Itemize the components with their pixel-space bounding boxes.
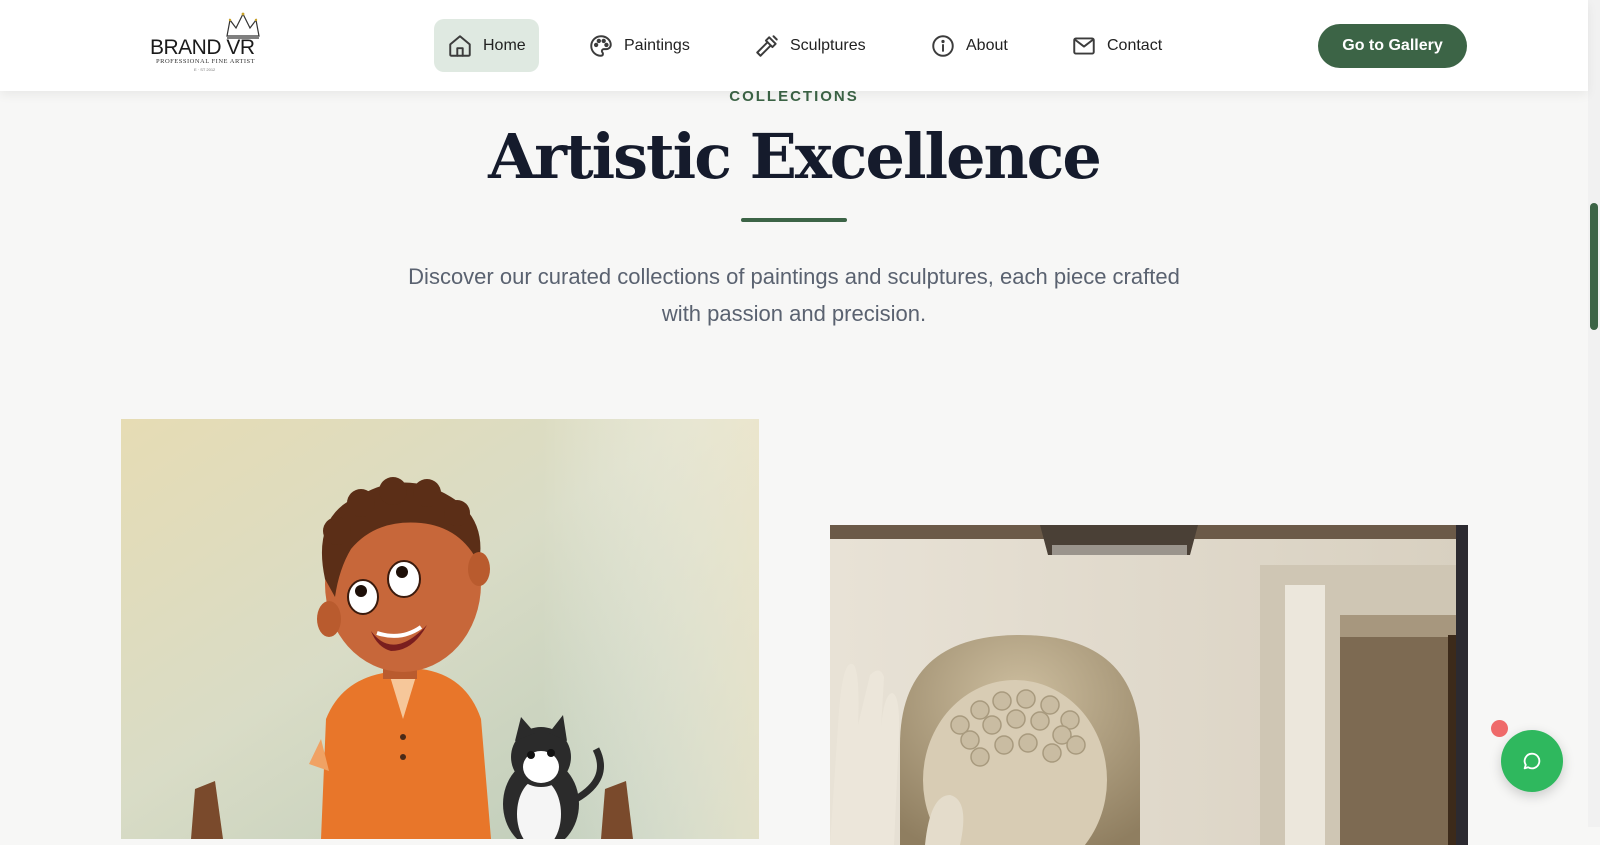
site-header: BRAND VR PROFESSIONAL FINE ARTIST E · ST…: [0, 0, 1588, 91]
brand-name: BRAND VR: [150, 36, 255, 59]
collection-card-paintings[interactable]: [121, 419, 759, 839]
nav-item-paintings[interactable]: Paintings: [575, 19, 703, 72]
nav-item-home[interactable]: Home: [434, 19, 539, 72]
info-icon: [932, 34, 954, 57]
nav-label: Paintings: [624, 36, 690, 54]
nav-label: Contact: [1107, 36, 1163, 54]
nav-item-contact[interactable]: Contact: [1058, 19, 1175, 72]
brand-tagline: PROFESSIONAL FINE ARTIST: [156, 58, 256, 65]
palette-icon: [590, 34, 612, 57]
brand-sub-tagline: E · ST 2012: [194, 67, 216, 72]
brand-logo[interactable]: BRAND VR PROFESSIONAL FINE ARTIST E · ST…: [148, 12, 266, 74]
chat-button[interactable]: [1501, 730, 1563, 792]
go-to-gallery-button[interactable]: Go to Gallery: [1318, 24, 1467, 68]
chat-bubble-icon: [1523, 752, 1541, 770]
section-description: Discover our curated collections of pain…: [408, 264, 1180, 326]
nav-label: About: [966, 36, 1008, 54]
page-scrollbar[interactable]: [1588, 0, 1600, 827]
scrollbar-thumb[interactable]: [1590, 203, 1598, 330]
home-icon: [449, 34, 471, 57]
sculpture-image: [830, 525, 1468, 845]
painting-image: [121, 419, 759, 839]
nav-label: Home: [483, 36, 526, 54]
nav-item-sculptures[interactable]: Sculptures: [741, 19, 879, 72]
section-title: Artistic Excellence: [488, 120, 1102, 193]
title-divider: [741, 218, 847, 222]
nav-item-about[interactable]: About: [917, 19, 1021, 72]
chisel-icon: [756, 34, 778, 57]
mail-icon: [1073, 36, 1095, 55]
chat-notification-badge: [1491, 720, 1508, 737]
collection-card-sculptures[interactable]: [830, 525, 1468, 845]
nav-label: Sculptures: [790, 36, 866, 54]
